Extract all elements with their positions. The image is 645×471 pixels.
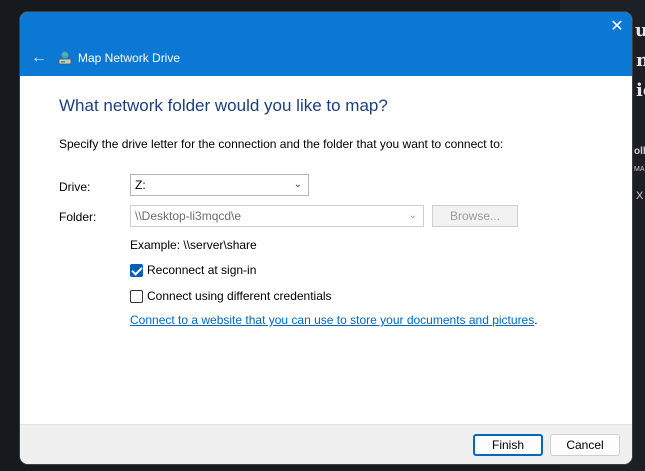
folder-path-combobox[interactable]: \\Desktop-li3mqcd\e ⌄ [130,205,424,227]
background-text-2: nc [636,50,645,71]
background-text-6: X [636,190,644,202]
link-period: . [534,313,538,327]
finish-button[interactable]: Finish [473,434,543,456]
drive-letter-dropdown[interactable]: Z: ⌄ [130,174,309,196]
network-drive-icon [58,50,72,65]
reconnect-label[interactable]: Reconnect at sign-in [147,263,256,277]
background-text-5: MA [634,166,645,173]
button-bar: Finish Cancel [20,424,632,464]
cancel-button[interactable]: Cancel [550,434,620,456]
different-credentials-label[interactable]: Connect using different credentials [147,289,332,303]
different-credentials-checkbox[interactable] [130,289,143,303]
store-documents-link[interactable]: Connect to a website that you can use to… [130,313,534,327]
close-button[interactable]: ✕ [602,12,632,42]
credentials-row[interactable]: Connect using different credentials [130,288,332,304]
close-icon: ✕ [610,18,624,35]
background-text-1: u'v [635,20,645,41]
background-text-4: oll [634,146,645,157]
drive-letter-value: Z: [135,178,146,192]
back-button[interactable]: ← [26,47,52,69]
chevron-down-icon: ⌄ [293,179,302,190]
instruction-text: Specify the drive letter for the connect… [59,137,504,151]
window-title: Map Network Drive [78,51,181,65]
title-bar: ✕ ← Map Network Drive [20,12,632,76]
background-text-3: ie [636,80,645,101]
website-link-line: Connect to a website that you can use to… [130,313,538,327]
reconnect-checkbox[interactable] [130,263,143,277]
folder-path-value: \\Desktop-li3mqcd\e [135,209,242,223]
folder-label: Folder: [59,210,97,224]
page-heading: What network folder would you like to ma… [59,96,388,115]
browse-button[interactable]: Browse... [432,205,518,227]
map-network-drive-dialog: ✕ ← Map Network Drive What network folde… [20,12,632,464]
back-arrow-icon: ← [31,49,47,66]
drive-label: Drive: [59,180,91,194]
chevron-down-icon: ⌄ [408,210,417,221]
reconnect-row[interactable]: Reconnect at sign-in [130,262,256,278]
example-text: Example: \\server\share [130,238,257,252]
